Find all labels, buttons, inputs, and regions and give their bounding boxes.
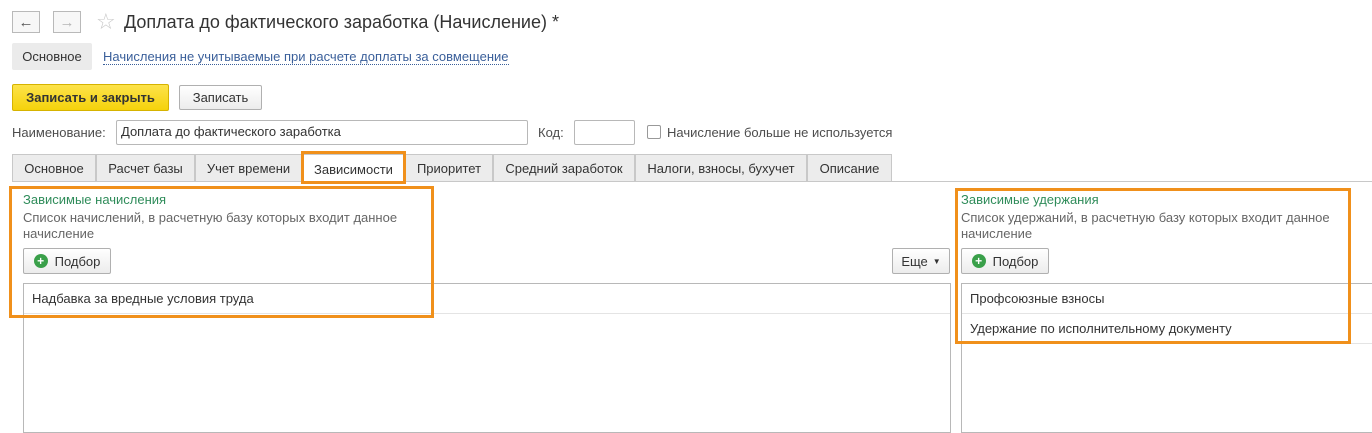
- section-main[interactable]: Основное: [12, 43, 92, 70]
- active-tab-highlight: [301, 151, 406, 184]
- back-button[interactable]: ←: [12, 11, 40, 33]
- tab-base-calculation[interactable]: Расчет базы: [96, 154, 195, 182]
- section-link-excluded-accruals[interactable]: Начисления не учитываемые при расчете до…: [103, 49, 509, 65]
- favorite-star-icon[interactable]: ☆: [96, 10, 116, 34]
- tab-description[interactable]: Описание: [807, 154, 892, 182]
- tab-main[interactable]: Основное: [12, 154, 96, 182]
- unused-checkbox-label: Начисление больше не используется: [667, 125, 893, 140]
- more-button[interactable]: Еще ▼: [892, 248, 950, 274]
- tab-time-tracking[interactable]: Учет времени: [195, 154, 302, 182]
- unused-checkbox[interactable]: [647, 125, 661, 139]
- tab-priority[interactable]: Приоритет: [405, 154, 493, 182]
- save-and-close-button[interactable]: Записать и закрыть: [12, 84, 169, 111]
- right-group-highlight: [955, 188, 1351, 344]
- tab-taxes-accounting[interactable]: Налоги, взносы, бухучет: [635, 154, 807, 182]
- name-input[interactable]: Доплата до фактического заработка: [116, 120, 528, 145]
- caret-down-icon: ▼: [932, 256, 941, 266]
- arrow-right-icon: →: [59, 13, 75, 31]
- forward-button[interactable]: →: [53, 11, 81, 33]
- save-button[interactable]: Записать: [179, 85, 262, 110]
- tab-average-earnings[interactable]: Средний заработок: [493, 154, 635, 182]
- name-label: Наименование:: [12, 125, 106, 140]
- code-label: Код:: [538, 125, 564, 140]
- code-input[interactable]: [574, 120, 635, 145]
- more-label: Еще: [901, 253, 928, 269]
- tab-strip-divider: [12, 181, 1372, 182]
- arrow-left-icon: ←: [18, 13, 34, 31]
- left-group-highlight: [9, 186, 434, 318]
- page-title: Доплата до фактического заработка (Начис…: [124, 12, 559, 32]
